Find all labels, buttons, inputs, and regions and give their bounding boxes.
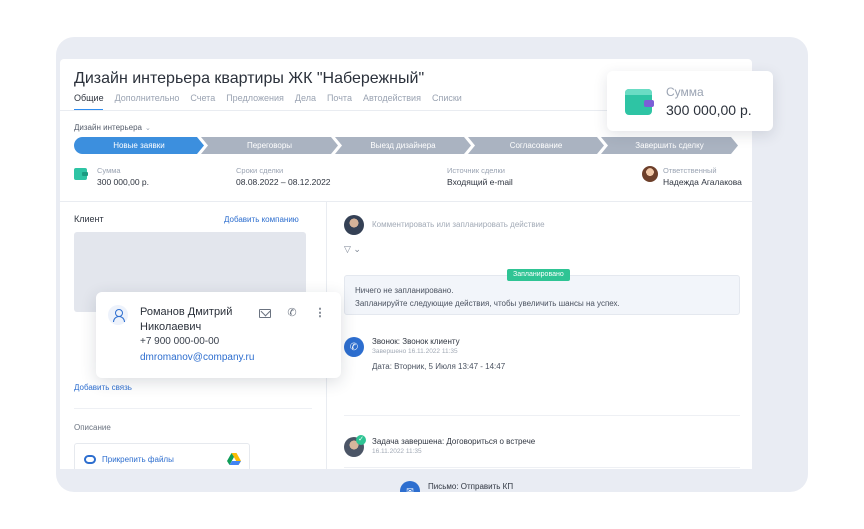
planned-badge: Запланировано: [507, 269, 570, 281]
divider: [344, 467, 740, 468]
responsible-avatar: [642, 166, 658, 182]
divider: [344, 415, 740, 416]
tab-mail[interactable]: Почта: [327, 93, 352, 103]
contact-name[interactable]: Романов Дмитрий Николаевич: [140, 305, 250, 335]
activity-title: Звонок: Звонок клиенту: [372, 337, 460, 346]
dates-value: 08.08.2022 – 08.12.2022: [236, 177, 331, 187]
tab-tasks[interactable]: Дела: [295, 93, 316, 103]
add-company-link[interactable]: Добавить компанию: [224, 215, 299, 224]
planned-empty-state: Ничего не запланировано. Запланируйте сл…: [344, 275, 740, 315]
stage-approval[interactable]: Согласование: [468, 137, 604, 154]
activity-date: 16.11.2022 11:35: [372, 448, 422, 455]
envelope-icon: [259, 309, 271, 318]
deal-summary: Сумма 300 000,00 р. Сроки сделки 08.08.2…: [74, 166, 742, 188]
add-link-button[interactable]: Добавить связь: [74, 383, 132, 392]
phone-icon: ✆: [344, 337, 364, 357]
activity-item[interactable]: ✓ Задача завершена: Договориться о встре…: [344, 435, 740, 461]
filter-icon[interactable]: ▽ ⌄: [344, 244, 361, 255]
wallet-icon: [74, 168, 88, 180]
activity-title: Задача завершена: Договориться о встрече: [372, 437, 536, 446]
phone-icon: ✆: [287, 307, 297, 319]
sum-card-value: 300 000,00 р.: [666, 102, 752, 118]
source-value: Входящий e-mail: [447, 177, 513, 187]
source-label: Источник сделки: [447, 166, 505, 175]
more-vertical-icon: ⋮: [314, 307, 326, 319]
stage-bar: Новые заявки Переговоры Выезд дизайнера …: [74, 137, 738, 154]
tab-bar: Общие Дополнительно Счета Предложения Де…: [74, 93, 473, 103]
activity-status: Завершено 16.11.2022 11:35: [372, 348, 458, 355]
user-avatar: [344, 215, 364, 235]
attach-files-label: Прикрепить файлы: [102, 455, 174, 464]
check-icon: ✓: [356, 435, 366, 445]
stage-designer-visit[interactable]: Выезд дизайнера: [335, 137, 471, 154]
chevron-down-icon: ⌄: [145, 125, 151, 132]
paperclip-icon: [84, 455, 96, 464]
comment-input[interactable]: Комментировать или запланировать действи…: [372, 220, 545, 229]
pipeline-select[interactable]: Дизайн интерьера ⌄: [74, 123, 151, 132]
activity-date: Дата: Вторник, 5 Июля 13:47 - 14:47: [372, 362, 506, 371]
sum-card: Сумма 300 000,00 р.: [607, 71, 773, 131]
summary-amount: Сумма 300 000,00 р.: [97, 166, 149, 187]
client-section-title: Клиент: [74, 214, 104, 224]
tab-offers[interactable]: Предложения: [226, 93, 284, 103]
email-button[interactable]: [258, 306, 272, 320]
page-title: Дизайн интерьера квартиры ЖК "Набережный…: [74, 70, 425, 87]
summary-source: Источник сделки Входящий e-mail: [447, 166, 513, 187]
summary-dates: Сроки сделки 08.08.2022 – 08.12.2022: [236, 166, 331, 187]
stage-close-deal[interactable]: Завершить сделку: [601, 137, 738, 154]
stage-new-requests[interactable]: Новые заявки: [74, 137, 204, 154]
google-drive-icon[interactable]: [227, 453, 241, 465]
responsible-value[interactable]: Надежда Агалакова: [663, 177, 742, 187]
dates-label: Сроки сделки: [236, 166, 284, 175]
amount-value: 300 000,00 р.: [97, 177, 149, 187]
stage-negotiations[interactable]: Переговоры: [201, 137, 338, 154]
sum-card-label: Сумма: [666, 85, 704, 99]
call-button[interactable]: ✆: [285, 306, 299, 320]
divider: [74, 408, 312, 409]
wallet-icon: [625, 89, 654, 115]
planned-message: Ничего не запланировано.: [355, 286, 454, 295]
planned-hint: Запланируйте следующие действия, чтобы у…: [355, 299, 620, 308]
tab-automations[interactable]: Автодействия: [363, 93, 421, 103]
tab-additional[interactable]: Дополнительно: [115, 93, 180, 103]
activity-item[interactable]: ✆ Звонок: Звонок клиенту Завершено 16.11…: [344, 337, 740, 377]
person-icon: [108, 305, 128, 325]
attach-files-button[interactable]: Прикрепить файлы: [74, 443, 250, 469]
description-label: Описание: [74, 423, 111, 432]
contact-card: Романов Дмитрий Николаевич +7 900 000-00…: [96, 292, 341, 378]
tab-lists[interactable]: Списки: [432, 93, 462, 103]
contact-phone: +7 900 000-00-00: [140, 336, 220, 347]
tab-general[interactable]: Общие: [74, 93, 104, 103]
responsible-label: Ответственный: [663, 166, 717, 175]
divider: [60, 201, 752, 202]
amount-label: Сумма: [97, 166, 121, 175]
contact-email[interactable]: dmromanov@company.ru: [140, 352, 254, 363]
tab-invoices[interactable]: Счета: [190, 93, 215, 103]
pipeline-select-label: Дизайн интерьера: [74, 123, 142, 132]
summary-responsible: Ответственный Надежда Агалакова: [663, 166, 742, 187]
more-options-button[interactable]: ⋮: [313, 306, 327, 320]
